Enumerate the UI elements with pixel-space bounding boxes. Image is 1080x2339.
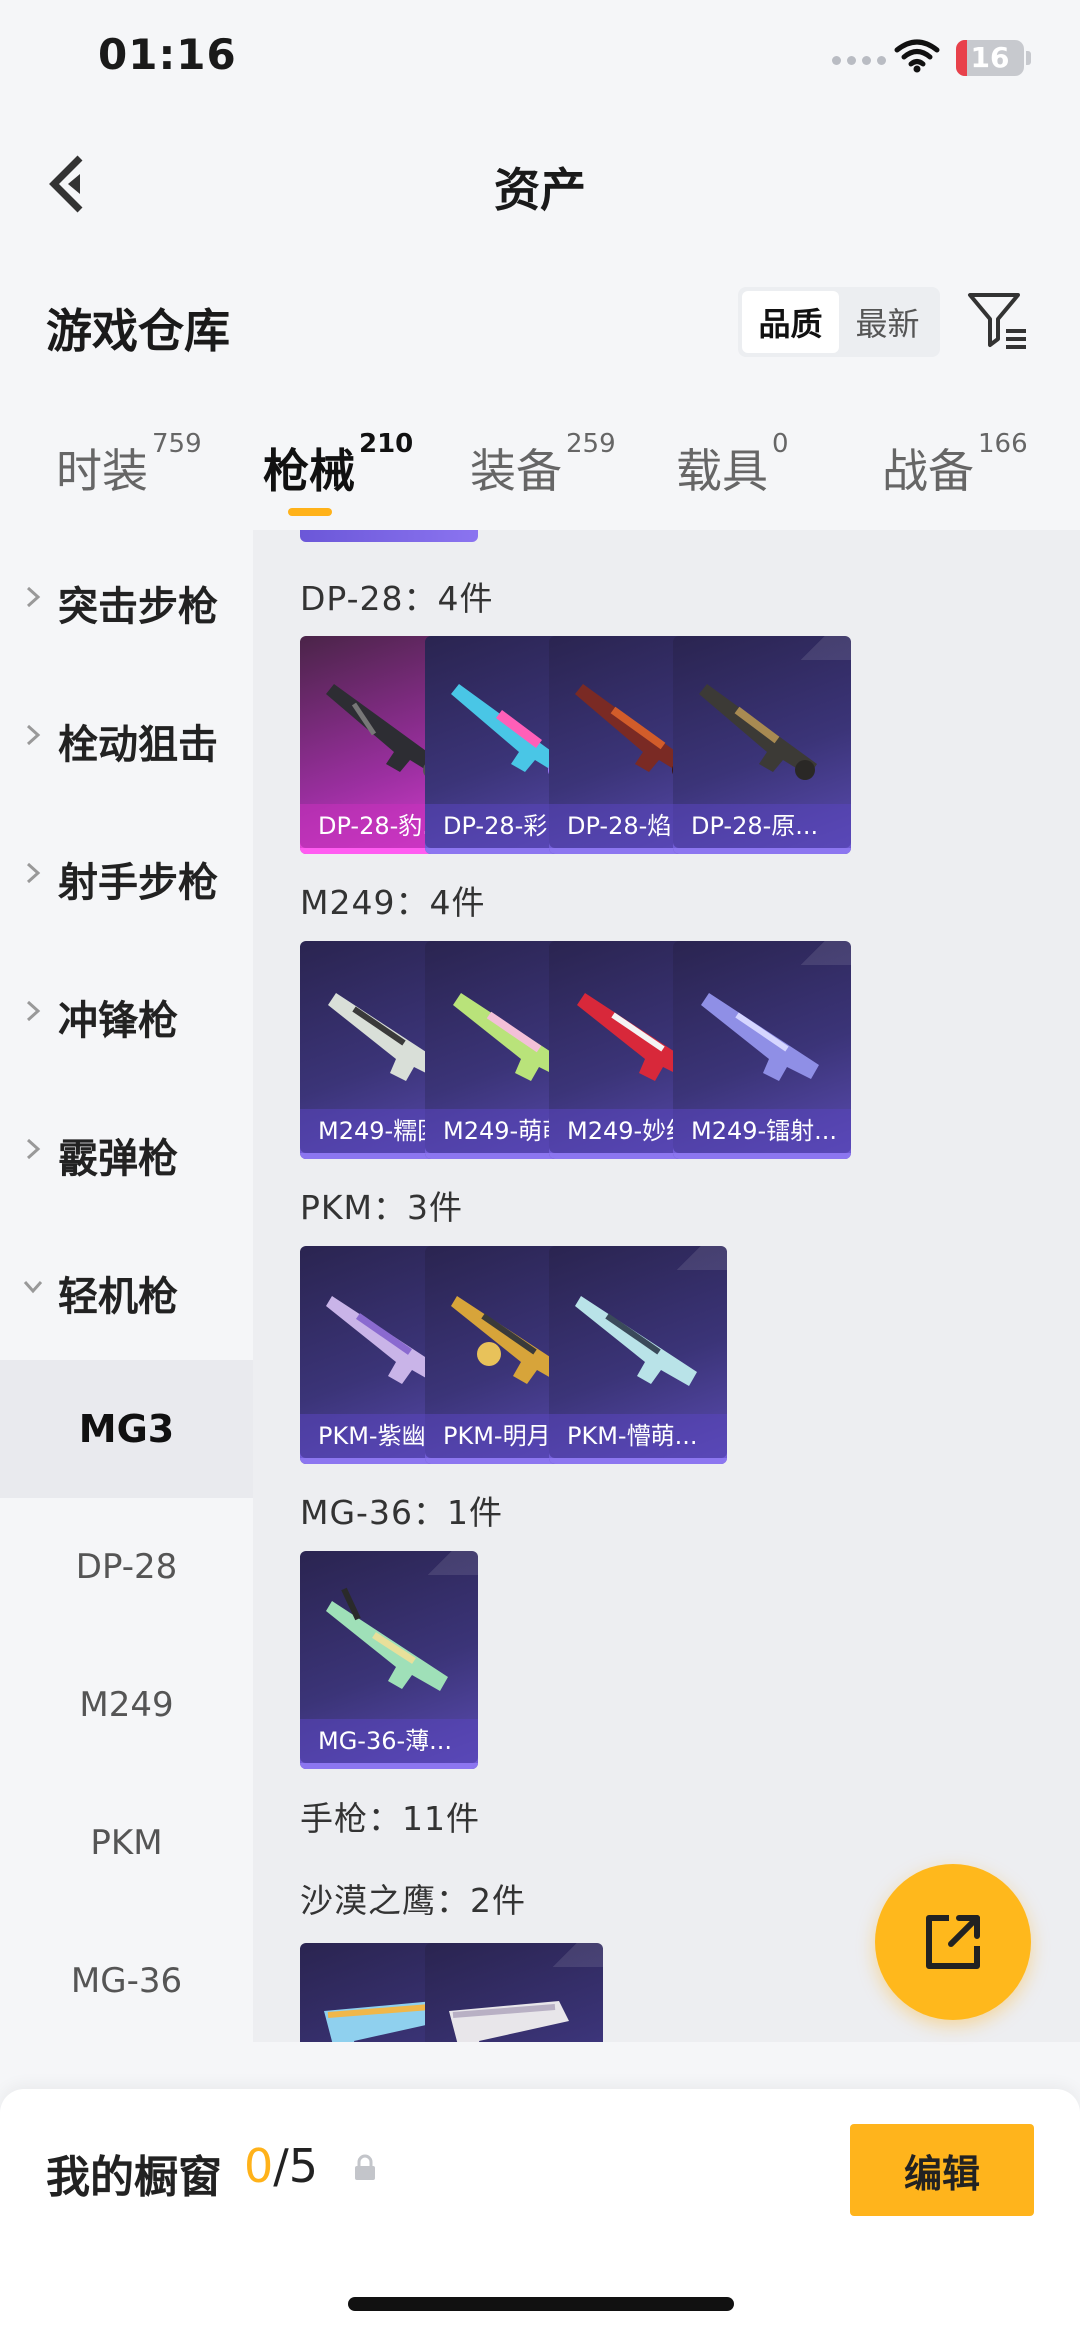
battery-level: 16 <box>970 41 1010 74</box>
signal-icon <box>832 56 886 65</box>
sidebar-item-lmgs[interactable]: 轻机枪 <box>0 1220 253 1358</box>
sidebar-subitem-pkm[interactable]: PKM <box>0 1774 253 1912</box>
chevron-right-icon <box>26 724 41 746</box>
sidebar-subitem-mg36[interactable]: MG-36 <box>0 1912 253 2042</box>
weapon-sidebar: 突击步枪 栓动狙击 射手步枪 冲锋枪 霰弹枪 轻机枪 MG3 DP-28 M24… <box>0 530 253 2042</box>
sidebar-item-smgs[interactable]: 冲锋枪 <box>0 944 253 1082</box>
weapon-image <box>449 2001 569 2042</box>
nav-bar: 资产 <box>0 120 1080 240</box>
group-title-m249: M249：4件 <box>300 883 486 922</box>
page-title: 资产 <box>494 163 586 217</box>
edit-button[interactable]: 编辑 <box>850 2124 1034 2216</box>
sort-quality-button[interactable]: 品质 <box>742 291 839 353</box>
showcase-count: 0/5 <box>244 2139 319 2193</box>
sidebar-item-bolt-snipers[interactable]: 栓动狙击 <box>0 668 253 806</box>
weapon-card[interactable] <box>425 1943 603 2042</box>
status-bar: 01:16 16 <box>0 0 1080 120</box>
chevron-down-icon <box>23 1281 43 1294</box>
tab-equipment[interactable]: 装备 259 <box>470 429 616 501</box>
share-button[interactable] <box>875 1864 1031 2020</box>
chevron-right-icon <box>26 862 41 884</box>
weapon-image <box>699 684 817 780</box>
sidebar-item-marksman-rifles[interactable]: 射手步枪 <box>0 806 253 944</box>
home-indicator <box>348 2297 734 2311</box>
weapon-image <box>575 1296 697 1386</box>
weapon-grid: DP-28：4件 5级 DP-28-豹... DP-28-彩... DP-28-… <box>253 530 1080 2042</box>
chevron-right-icon <box>26 586 41 608</box>
sidebar-item-shotguns[interactable]: 霰弹枪 <box>0 1082 253 1220</box>
tab-supplies[interactable]: 战备 166 <box>882 429 1028 501</box>
card-edge <box>300 530 478 542</box>
category-tabs: 时装 759 枪械 210 装备 259 载具 0 战备 166 <box>0 425 1080 525</box>
group-title-desert-eagle: 沙漠之鹰：2件 <box>300 1881 526 1920</box>
weapon-image <box>326 1587 448 1691</box>
warehouse-title: 游戏仓库 <box>46 304 230 358</box>
weapon-card[interactable]: MG-36-薄... <box>300 1551 478 1769</box>
sort-newest-button[interactable]: 最新 <box>839 291 936 353</box>
chevron-right-icon <box>26 1000 41 1022</box>
weapon-card[interactable]: PKM-懵萌... <box>549 1246 727 1464</box>
tab-firearms[interactable]: 枪械 210 <box>263 429 413 501</box>
sidebar-item-assault-rifles[interactable]: 突击步枪 <box>0 530 253 668</box>
weapon-image <box>701 993 819 1081</box>
group-title-mg36: MG-36：1件 <box>300 1493 503 1532</box>
sidebar-subitem-m249[interactable]: M249 <box>0 1636 253 1774</box>
share-icon <box>926 1915 980 1969</box>
battery-icon: 16 <box>956 40 1024 76</box>
tab-indicator <box>288 508 332 516</box>
showcase-label: 我的橱窗 <box>46 2152 222 2203</box>
wifi-icon <box>894 39 940 73</box>
lock-icon <box>355 2154 375 2180</box>
sidebar-subitem-dp28[interactable]: DP-28 <box>0 1498 253 1636</box>
tab-fashion[interactable]: 时装 759 <box>56 429 202 501</box>
sidebar-subitem-mg3[interactable]: MG3 <box>0 1360 253 1498</box>
weapon-card[interactable]: M249-镭射... <box>673 941 851 1159</box>
weapon-card[interactable]: DP-28-原... <box>673 636 851 854</box>
section-title-pistols: 手枪：11件 <box>300 1799 480 1838</box>
chevron-right-icon <box>26 1138 41 1160</box>
filter-icon[interactable] <box>966 289 1030 353</box>
group-title-pkm: PKM：3件 <box>300 1188 464 1227</box>
tab-vehicles[interactable]: 载具 0 <box>676 429 789 501</box>
sort-toggle: 品质 最新 <box>738 287 940 357</box>
warehouse-header: 游戏仓库 品质 最新 <box>0 275 1080 375</box>
group-title-dp28: DP-28：4件 <box>300 579 494 618</box>
status-time: 01:16 <box>98 30 237 79</box>
